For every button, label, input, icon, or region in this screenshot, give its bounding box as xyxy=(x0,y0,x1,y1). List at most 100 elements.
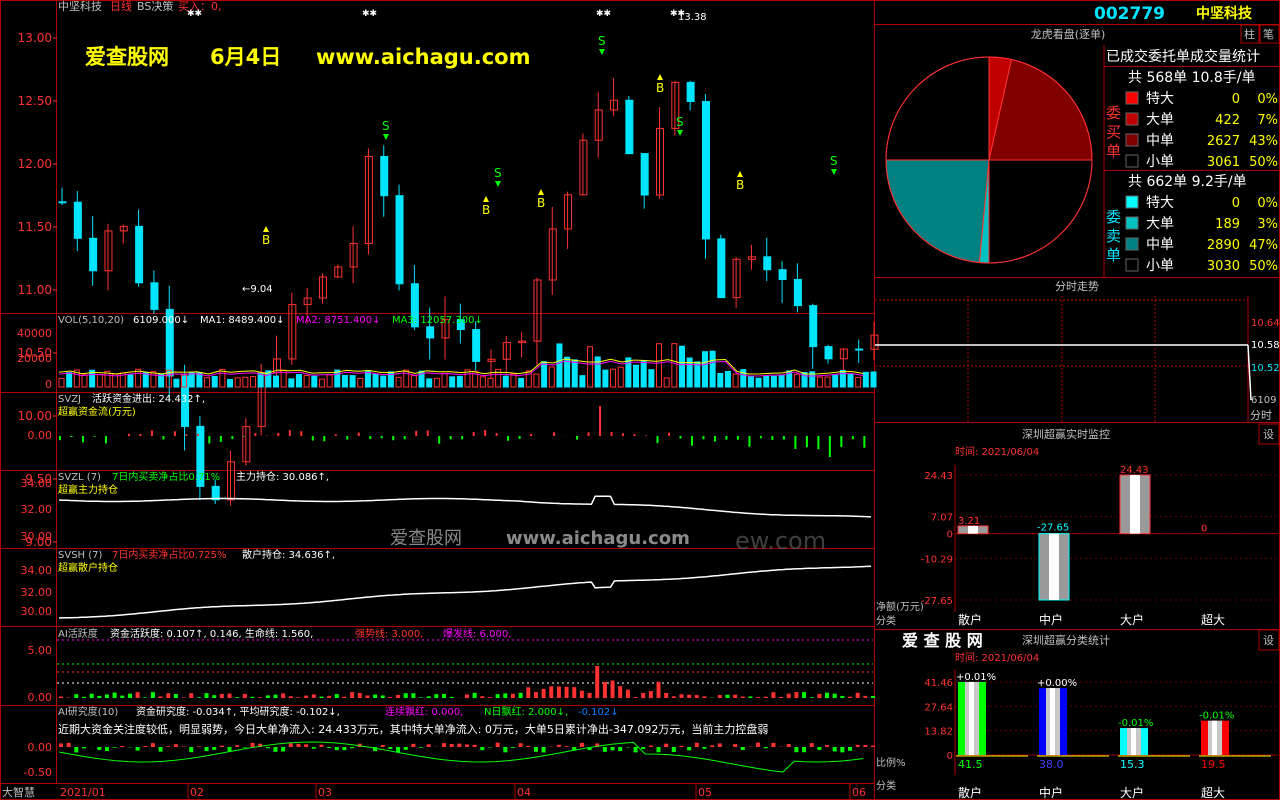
buy-marker: B xyxy=(482,203,490,217)
buy-arrow xyxy=(737,171,743,177)
side-label-char: 委 xyxy=(1106,104,1121,122)
research-bar xyxy=(112,747,117,748)
ai-bar xyxy=(733,694,738,698)
svzl-sub: 超赢主力持仓 xyxy=(58,483,118,496)
class-change: +0.00% xyxy=(1037,678,1077,689)
class-bar xyxy=(958,681,986,755)
svzj-bar xyxy=(127,433,130,436)
date-label-5: 05 xyxy=(698,786,712,799)
volume-bar xyxy=(671,343,678,388)
date-label-6: 06 xyxy=(852,786,866,799)
buy-marker: B xyxy=(537,196,545,210)
sell-marker: S xyxy=(382,119,390,133)
ai-bar xyxy=(265,695,270,698)
ai-bar xyxy=(855,692,860,698)
svzj-bar xyxy=(196,433,199,436)
row-pct: 7% xyxy=(1257,113,1278,128)
class-category: 散户 xyxy=(958,785,982,800)
class-y-tick: 27.64 xyxy=(924,702,953,713)
stroke-mode-button[interactable]: 笔 xyxy=(1263,27,1274,41)
research-bar xyxy=(825,744,830,747)
svzl-title: SVZL (7) xyxy=(58,472,101,483)
research-bar xyxy=(212,747,217,750)
price-tick: 12.00 xyxy=(18,157,52,171)
row-count: 2890 xyxy=(1207,238,1240,253)
volume-bar xyxy=(318,378,325,388)
fenshi-y-3: 10.52 xyxy=(1251,363,1280,374)
volume-bar xyxy=(211,375,218,388)
research-bar xyxy=(342,747,347,751)
volume-bar xyxy=(410,375,417,388)
svzl-desc-green: 7日内买卖净占比0.71% xyxy=(112,470,220,483)
vol-panel: VOL(5,10,20) 6109.000↓ MA1: 8489.400↓ MA… xyxy=(17,315,877,391)
row-name: 大单 xyxy=(1146,112,1174,128)
watermark-date: 6月4日 xyxy=(210,45,281,69)
research-bar xyxy=(250,742,255,747)
research-bar xyxy=(855,744,860,747)
svzj-bar xyxy=(794,436,797,449)
research-bar xyxy=(848,747,853,751)
volume-bar xyxy=(66,372,73,388)
candle-body xyxy=(855,348,864,351)
row-count: 189 xyxy=(1215,217,1240,232)
class-y-tick: 13.82 xyxy=(924,727,953,738)
fenshi-title: 分时走势 xyxy=(1055,280,1099,293)
research-bar xyxy=(189,747,194,753)
svzj-bar xyxy=(690,436,693,446)
volume-bars xyxy=(58,343,877,388)
svzj-panel: SVZJ 活跃资金进出: 24.432↑, 超赢资金流(万元) 0.00 xyxy=(28,392,866,457)
svzj-bar xyxy=(231,436,234,440)
candlestick-series xyxy=(58,78,879,506)
ai-bar xyxy=(625,689,630,698)
research-bar xyxy=(687,747,692,751)
research-bar xyxy=(802,747,807,753)
ai-bar xyxy=(212,695,217,698)
price-tick: 11.50 xyxy=(18,220,52,234)
ai-bar xyxy=(495,694,500,698)
research-bar xyxy=(863,744,868,747)
svzl-tick-1: 34.00 xyxy=(21,477,53,490)
research-bar xyxy=(679,745,684,747)
class-panel: 爱 查 股 网 深圳超赢分类统计 设 时间: 2021/06/04 比例% 分类… xyxy=(876,629,1280,800)
research-summary: 近期大资金关注度较低，明显弱势，今日大单净流入: 24.433万元，其中特大单净… xyxy=(58,722,768,736)
volume-bar xyxy=(242,376,249,388)
monitor-bar-shine xyxy=(1049,533,1059,600)
class-settings-button[interactable]: 设 xyxy=(1263,634,1274,647)
ai-bar xyxy=(342,696,347,698)
research-bar xyxy=(166,746,171,747)
volume-bar xyxy=(656,343,663,388)
svzj-bar xyxy=(633,434,636,436)
research-bar xyxy=(556,744,561,747)
ai-bar xyxy=(533,692,538,698)
bar-mode-button[interactable]: 柱 xyxy=(1244,27,1255,41)
candle-body xyxy=(824,346,833,360)
svzj-bar xyxy=(599,406,602,436)
svzj-bar xyxy=(817,436,820,450)
svzj-bar xyxy=(139,433,142,436)
svzj-bar xyxy=(759,436,762,439)
research-tick-1: 0.00 xyxy=(28,741,53,754)
ai-bar xyxy=(840,695,845,698)
ai-bar xyxy=(641,692,646,698)
research-bar xyxy=(265,747,270,749)
class-y-tick: 41.46 xyxy=(924,678,953,689)
volume-bar xyxy=(272,375,279,388)
research-bar xyxy=(196,746,201,747)
candle-body xyxy=(686,81,695,103)
volume-bar xyxy=(518,377,525,388)
ai-bar xyxy=(564,686,569,698)
ai-bar xyxy=(196,697,201,698)
volume-bar xyxy=(747,375,754,388)
monitor-settings-button[interactable]: 设 xyxy=(1263,428,1274,441)
price-tick: 13.00 xyxy=(18,31,52,45)
monitor-y-tick: 0 xyxy=(947,530,953,541)
ai-bar xyxy=(648,691,653,698)
ai-bar xyxy=(871,696,875,698)
ai-bar xyxy=(120,695,125,698)
ai-bar xyxy=(664,692,669,698)
candle-body xyxy=(625,99,634,155)
sell-side-table: 共 662单 9.2手/单委卖单 特大 0 0% 大单 189 3% 中单 2890 47% 小单 3… xyxy=(1106,174,1278,274)
ai-bar xyxy=(365,695,370,698)
date-label-1: 2021/01 xyxy=(60,786,106,799)
candle-body xyxy=(380,156,389,197)
